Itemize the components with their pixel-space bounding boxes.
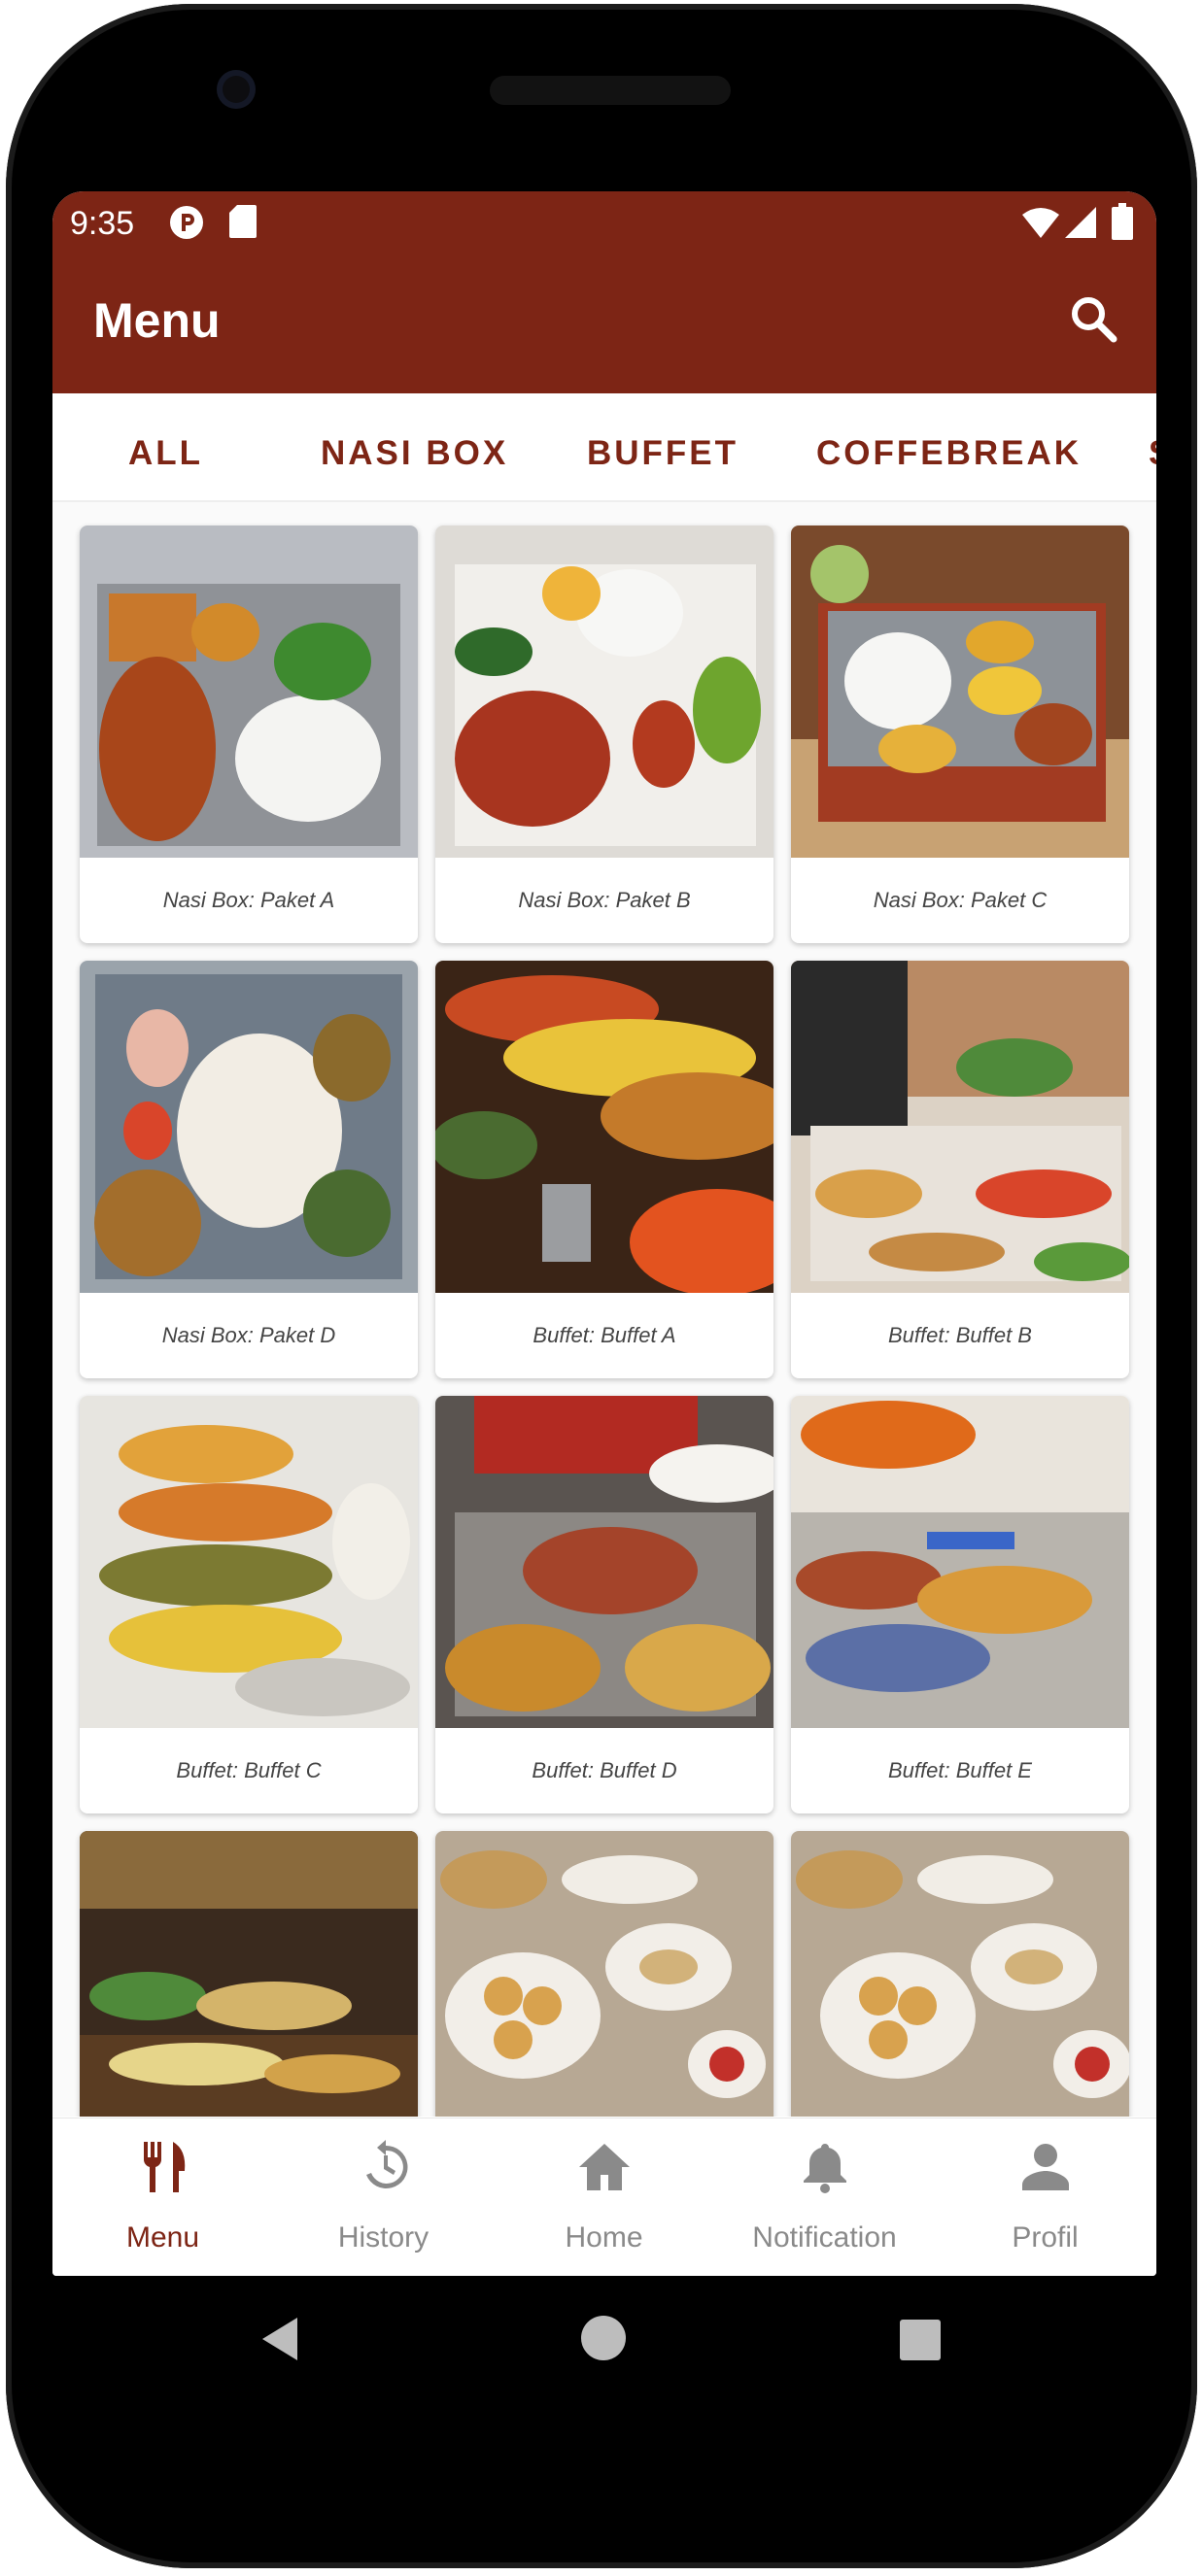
nav-menu[interactable]: Menu — [52, 2118, 273, 2276]
food-photo — [80, 525, 418, 858]
phone-frame: 9:35 Menu ALL NASI BOX BUFFET COFFEBREAK… — [6, 4, 1197, 2568]
food-photo — [435, 1831, 773, 2117]
food-photo — [80, 961, 418, 1293]
wifi-icon — [1022, 208, 1059, 238]
menu-card[interactable]: Buffet: Buffet B — [791, 961, 1129, 1378]
menu-caption: Buffet: Buffet E — [888, 1758, 1032, 1782]
system-home-icon[interactable] — [581, 2316, 626, 2360]
nav-notification[interactable]: Notification — [714, 2118, 935, 2276]
category-tabs: ALL NASI BOX BUFFET COFFEBREAK S — [52, 393, 1156, 502]
parking-notification-icon — [170, 206, 203, 239]
nav-history-label: History — [337, 2221, 430, 2254]
menu-card[interactable] — [80, 1831, 418, 2117]
status-bar: 9:35 — [52, 191, 1156, 252]
food-photo — [435, 1396, 773, 1728]
battery-icon — [1112, 203, 1133, 240]
food-photo — [791, 525, 1129, 858]
menu-grid: Nasi Box: Paket A Nasi Box: Paket B Nasi… — [52, 502, 1156, 2117]
nav-home-label: Home — [565, 2221, 643, 2254]
top-app-bar: 9:35 Menu — [52, 191, 1156, 393]
app-screen: 9:35 Menu ALL NASI BOX BUFFET COFFEBREAK… — [52, 191, 1156, 2276]
front-camera — [217, 70, 256, 109]
history-icon — [366, 2140, 408, 2188]
menu-caption: Buffet: Buffet D — [532, 1758, 677, 1782]
bell-icon — [804, 2144, 846, 2193]
tab-partial[interactable]: S — [1149, 434, 1156, 473]
menu-caption: Buffet: Buffet C — [176, 1758, 322, 1782]
page-title: Menu — [93, 293, 221, 348]
nav-home[interactable]: Home — [494, 2118, 714, 2276]
nav-profil[interactable]: Profil — [935, 2118, 1155, 2276]
earpiece-speaker — [490, 76, 731, 105]
tab-all[interactable]: ALL — [128, 434, 203, 473]
status-time: 9:35 — [70, 205, 135, 242]
cell-signal-icon — [1065, 207, 1096, 238]
tab-coffebreak[interactable]: COFFEBREAK — [816, 434, 1082, 473]
home-icon — [579, 2144, 630, 2190]
menu-caption: Nasi Box: Paket B — [518, 888, 691, 912]
system-recents-icon[interactable] — [900, 2320, 941, 2360]
menu-caption: Buffet: Buffet A — [533, 1323, 676, 1347]
tab-buffet[interactable]: BUFFET — [587, 434, 739, 473]
food-photo — [80, 1831, 418, 2117]
menu-card[interactable]: Buffet: Buffet D — [435, 1396, 773, 1813]
menu-card[interactable]: Nasi Box: Paket A — [80, 525, 418, 943]
nav-history[interactable]: History — [273, 2118, 494, 2276]
search-icon[interactable] — [1063, 288, 1125, 351]
menu-caption: Nasi Box: Paket A — [162, 888, 335, 912]
menu-caption: Buffet: Buffet B — [888, 1323, 1032, 1347]
bottom-navigation: Menu History Home Notification Profil — [52, 2118, 1156, 2276]
sd-card-icon — [229, 205, 257, 238]
menu-card[interactable]: Nasi Box: Paket D — [80, 961, 418, 1378]
utensils-icon — [143, 2142, 186, 2192]
tab-nasi-box[interactable]: NASI BOX — [321, 434, 508, 473]
food-photo — [435, 525, 773, 858]
menu-caption: Nasi Box: Paket C — [873, 888, 1048, 912]
menu-card[interactable]: Buffet: Buffet E — [791, 1396, 1129, 1813]
menu-card[interactable] — [791, 1831, 1129, 2117]
nav-profil-label: Profil — [1012, 2221, 1079, 2254]
nav-notification-label: Notification — [752, 2221, 897, 2254]
food-photo — [791, 961, 1129, 1293]
food-photo — [791, 1831, 1129, 2117]
menu-card[interactable]: Buffet: Buffet C — [80, 1396, 418, 1813]
menu-card[interactable]: Nasi Box: Paket C — [791, 525, 1129, 943]
menu-caption: Nasi Box: Paket D — [161, 1323, 336, 1347]
food-photo — [435, 961, 773, 1293]
nav-menu-label: Menu — [125, 2221, 200, 2254]
person-icon — [1022, 2144, 1069, 2190]
menu-card[interactable] — [435, 1831, 773, 2117]
system-back-icon[interactable] — [255, 2314, 305, 2364]
food-photo — [80, 1396, 418, 1728]
menu-card[interactable]: Buffet: Buffet A — [435, 961, 773, 1378]
menu-card[interactable]: Nasi Box: Paket B — [435, 525, 773, 943]
food-photo — [791, 1396, 1129, 1728]
